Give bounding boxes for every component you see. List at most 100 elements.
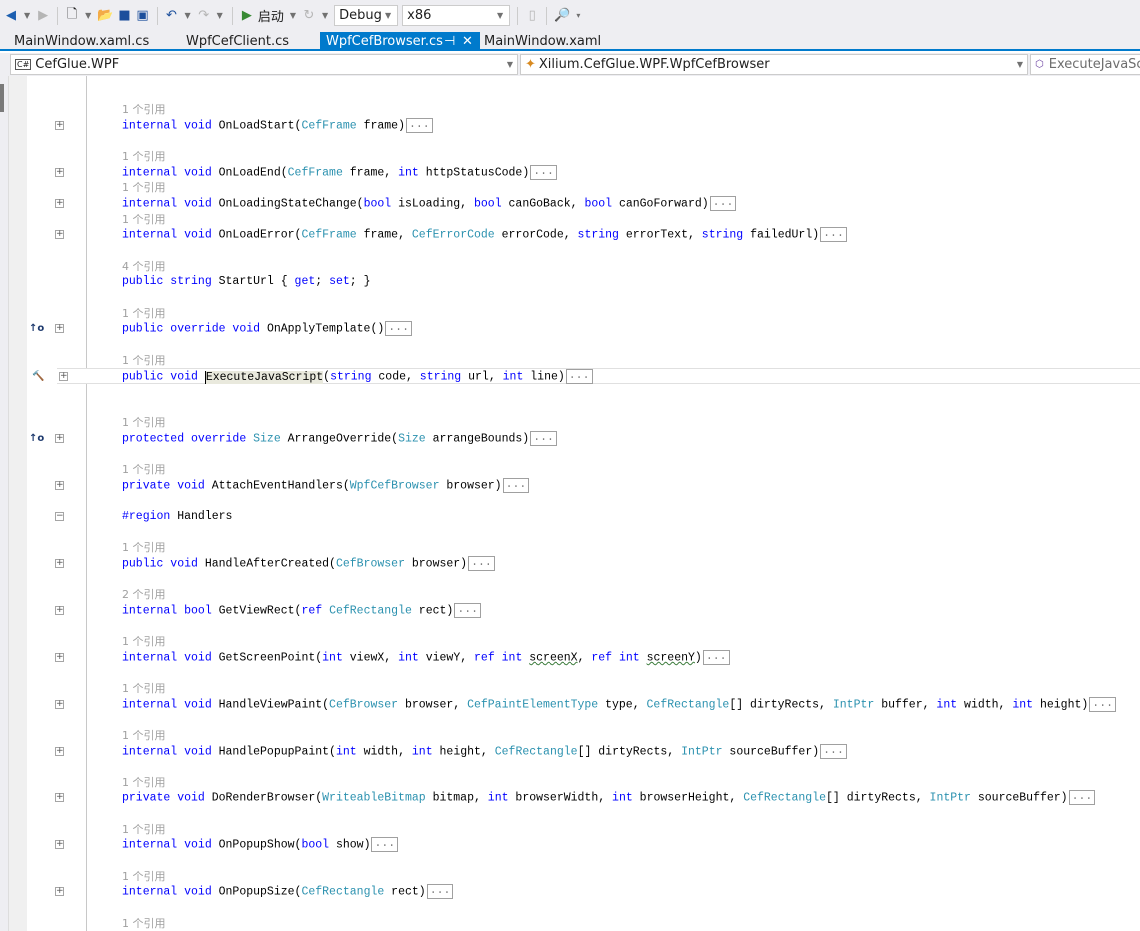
collapsed-code-button[interactable]: ... bbox=[454, 602, 482, 618]
type-dropdown[interactable]: ✦ Xilium.CefGlue.WPF.WpfCefBrowser ▼ bbox=[520, 54, 1028, 75]
refresh-icon[interactable]: ↻ bbox=[302, 6, 316, 26]
codelens-references-link[interactable]: 1 个引用 bbox=[122, 916, 166, 931]
expand-icon[interactable]: + bbox=[55, 605, 64, 615]
chevron-down-icon[interactable]: ▼ bbox=[322, 11, 328, 20]
collapsed-code-button[interactable]: ... bbox=[565, 369, 593, 385]
save-icon[interactable]: ■ bbox=[118, 6, 132, 26]
forward-arrow-icon[interactable]: ▶ bbox=[36, 6, 50, 26]
collapsed-code-button[interactable]: ... bbox=[502, 477, 530, 493]
tab-mainwindow-xaml-cs[interactable]: MainWindow.xaml.cs bbox=[8, 32, 178, 51]
collapsed-code-button[interactable]: ... bbox=[468, 555, 495, 571]
expand-icon[interactable]: + bbox=[55, 746, 64, 756]
expand-icon[interactable]: + bbox=[55, 433, 64, 443]
codelens-references-link[interactable]: 1 个引用 bbox=[122, 212, 166, 228]
expand-icon[interactable]: + bbox=[55, 230, 64, 240]
codelens-references-link[interactable]: 1 个引用 bbox=[122, 775, 166, 791]
reference-count[interactable]: 4 个引用 bbox=[27, 259, 1140, 275]
collapse-icon[interactable]: − bbox=[55, 511, 64, 521]
expand-icon[interactable]: + bbox=[55, 793, 64, 803]
expand-icon[interactable]: + bbox=[55, 167, 64, 177]
reference-count[interactable]: 1 个引用 bbox=[27, 775, 1140, 791]
reference-count[interactable]: 1 个引用 bbox=[27, 728, 1140, 744]
save-all-icon[interactable]: ▣ bbox=[136, 6, 150, 26]
reference-count[interactable]: 1 个引用 bbox=[27, 306, 1140, 322]
codelens-references-link[interactable]: 1 个引用 bbox=[122, 180, 166, 196]
codelens-references-link[interactable]: 1 个引用 bbox=[122, 149, 166, 165]
redo-icon[interactable]: ↷ bbox=[197, 6, 211, 26]
reference-count[interactable]: 1 个引用 bbox=[27, 540, 1140, 556]
codelens-references-link[interactable]: 4 个引用 bbox=[122, 259, 166, 275]
start-button[interactable]: 启动 bbox=[258, 6, 284, 26]
expand-icon[interactable]: + bbox=[55, 840, 64, 850]
codelens-references-link[interactable]: 1 个引用 bbox=[122, 681, 166, 697]
codelens-references-link[interactable]: 1 个引用 bbox=[122, 634, 166, 650]
pin-icon[interactable]: ⊣ bbox=[444, 32, 455, 51]
expand-icon[interactable]: + bbox=[55, 199, 64, 209]
chevron-down-icon[interactable]: ▼ bbox=[85, 11, 91, 20]
codelens-references-link[interactable]: 1 个引用 bbox=[122, 728, 166, 744]
chevron-down-icon[interactable]: ▼ bbox=[185, 11, 191, 20]
reference-count[interactable]: 1 个引用 bbox=[27, 102, 1140, 118]
collapsed-code-button[interactable]: ... bbox=[385, 321, 412, 337]
collapsed-code-button[interactable]: ... bbox=[405, 117, 433, 133]
reference-count[interactable]: 1 个引用 bbox=[27, 415, 1140, 431]
reference-count[interactable]: 1 个引用 bbox=[27, 212, 1140, 228]
codelens-references-link[interactable]: 2 个引用 bbox=[122, 587, 166, 603]
expand-icon[interactable]: + bbox=[55, 887, 64, 897]
platform-select[interactable]: x86 ▼ bbox=[402, 5, 511, 26]
collapsed-code-button[interactable]: ... bbox=[1089, 696, 1117, 712]
collapsed-code-button[interactable]: ... bbox=[371, 837, 399, 853]
expand-icon[interactable]: + bbox=[55, 120, 64, 130]
codelens-references-link[interactable]: 1 个引用 bbox=[122, 822, 166, 838]
toolbox-tab[interactable] bbox=[0, 84, 4, 112]
reference-count[interactable]: 1 个引用 bbox=[27, 180, 1140, 196]
overflow-icon[interactable]: ▾ bbox=[576, 11, 580, 20]
collapsed-code-button[interactable]: ... bbox=[820, 743, 847, 759]
toolbox-strip[interactable] bbox=[0, 76, 8, 931]
chevron-down-icon[interactable]: ▼ bbox=[24, 11, 30, 20]
collapsed-code-button[interactable]: ... bbox=[1068, 790, 1096, 806]
collapsed-code-button[interactable]: ... bbox=[426, 884, 454, 900]
reference-count[interactable]: 2 个引用 bbox=[27, 587, 1140, 603]
codelens-references-link[interactable]: 1 个引用 bbox=[122, 869, 166, 885]
close-icon[interactable]: ✕ bbox=[462, 32, 473, 51]
override-glyph-icon[interactable]: ↑o bbox=[29, 321, 44, 337]
expand-icon[interactable]: + bbox=[55, 558, 64, 568]
reference-count[interactable]: 1 个引用 bbox=[27, 869, 1140, 885]
hammer-icon[interactable]: 🔨 bbox=[32, 369, 44, 385]
collapsed-code-button[interactable]: ... bbox=[702, 649, 730, 665]
member-dropdown[interactable]: ⬡ ExecuteJavaScri bbox=[1030, 54, 1140, 75]
configuration-select[interactable]: Debug ▼ bbox=[334, 5, 399, 26]
expand-icon[interactable]: + bbox=[59, 372, 68, 382]
reference-count[interactable]: 1 个引用 bbox=[27, 822, 1140, 838]
codelens-references-link[interactable]: 1 个引用 bbox=[122, 102, 166, 118]
chevron-down-icon[interactable]: ▼ bbox=[290, 11, 296, 20]
undo-icon[interactable]: ↶ bbox=[165, 6, 179, 26]
open-folder-icon[interactable]: 📂 bbox=[97, 6, 113, 26]
collapsed-code-button[interactable]: ... bbox=[820, 227, 847, 243]
find-in-files-icon[interactable]: 🔎 bbox=[554, 6, 570, 26]
collapsed-code-button[interactable]: ... bbox=[530, 430, 557, 446]
code-editor[interactable]: 1 个引用 + internal void OnLoadStart(CefFrame… bbox=[27, 76, 1140, 931]
codelens-references-link[interactable]: 1 个引用 bbox=[122, 353, 166, 369]
reference-count[interactable]: 1 个引用 bbox=[27, 462, 1140, 478]
back-arrow-icon[interactable]: ◀ bbox=[4, 6, 18, 26]
codelens-references-link[interactable]: 1 个引用 bbox=[122, 415, 166, 431]
project-dropdown[interactable]: C# CefGlue.WPF ▼ bbox=[10, 54, 518, 75]
tab-wpfcefbrowser-cs[interactable]: WpfCefBrowser.cs ⊣ ✕ bbox=[320, 32, 480, 51]
expand-icon[interactable]: + bbox=[55, 480, 64, 490]
reference-count[interactable]: 1 个引用 bbox=[27, 149, 1140, 165]
expand-icon[interactable]: + bbox=[55, 699, 64, 709]
reference-count[interactable]: 1 个引用 bbox=[27, 916, 1140, 931]
tab-mainwindow-xaml[interactable]: MainWindow.xaml bbox=[478, 32, 608, 51]
codelens-references-link[interactable]: 1 个引用 bbox=[122, 540, 166, 556]
reference-count[interactable]: 1 个引用 bbox=[27, 353, 1140, 369]
collapsed-code-button[interactable]: ... bbox=[530, 164, 557, 180]
expand-icon[interactable]: + bbox=[55, 652, 64, 662]
chevron-down-icon[interactable]: ▼ bbox=[217, 11, 223, 20]
device-icon[interactable]: ▯ bbox=[525, 6, 539, 26]
codelens-references-link[interactable]: 1 个引用 bbox=[122, 306, 166, 322]
collapsed-code-button[interactable]: ... bbox=[709, 196, 737, 212]
play-icon[interactable]: ▶ bbox=[240, 6, 254, 26]
reference-count[interactable]: 1 个引用 bbox=[27, 634, 1140, 650]
